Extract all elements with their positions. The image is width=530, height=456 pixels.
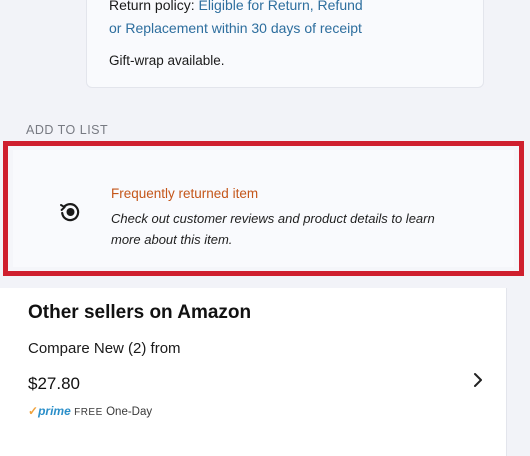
frequently-returned-title: Frequently returned item <box>111 186 259 201</box>
prime-delivery-speed: One-Day <box>106 406 153 418</box>
return-policy-link-continued[interactable]: or Replacement within 30 days of receipt <box>109 20 362 36</box>
return-circle-icon <box>60 203 80 222</box>
other-sellers-card[interactable]: Other sellers on Amazon Compare New (2) … <box>0 288 507 456</box>
return-policy-label: Return policy: <box>109 0 199 13</box>
frequently-returned-alert: Frequently returned item Check out custo… <box>3 141 524 276</box>
gift-wrap-note: Gift-wrap available. <box>109 53 225 68</box>
return-policy-link[interactable]: Eligible for Return, Refund <box>198 0 362 13</box>
frequently-returned-description: Check out customer reviews and product d… <box>111 211 435 247</box>
return-policy-line: Return policy: Eligible for Return, Refu… <box>109 0 363 13</box>
return-policy-card: Return policy: Eligible for Return, Refu… <box>86 0 484 88</box>
frequently-returned-content: Frequently returned item Check out custo… <box>13 150 514 267</box>
chevron-right-icon[interactable] <box>470 370 486 390</box>
prime-check-icon: ✓ <box>28 404 39 418</box>
prime-logo: prime <box>38 404 71 418</box>
product-page-panel: Return policy: Eligible for Return, Refu… <box>0 0 530 456</box>
add-to-list-link[interactable]: ADD TO LIST <box>26 123 108 137</box>
prime-free-label: FREE <box>74 407 103 418</box>
other-sellers-title: Other sellers on Amazon <box>28 302 252 323</box>
lowest-price: $27.80 <box>28 374 80 393</box>
compare-offers-text: Compare New (2) from <box>28 340 181 357</box>
prime-delivery-badge: ✓prime FREE One-Day <box>28 404 152 418</box>
